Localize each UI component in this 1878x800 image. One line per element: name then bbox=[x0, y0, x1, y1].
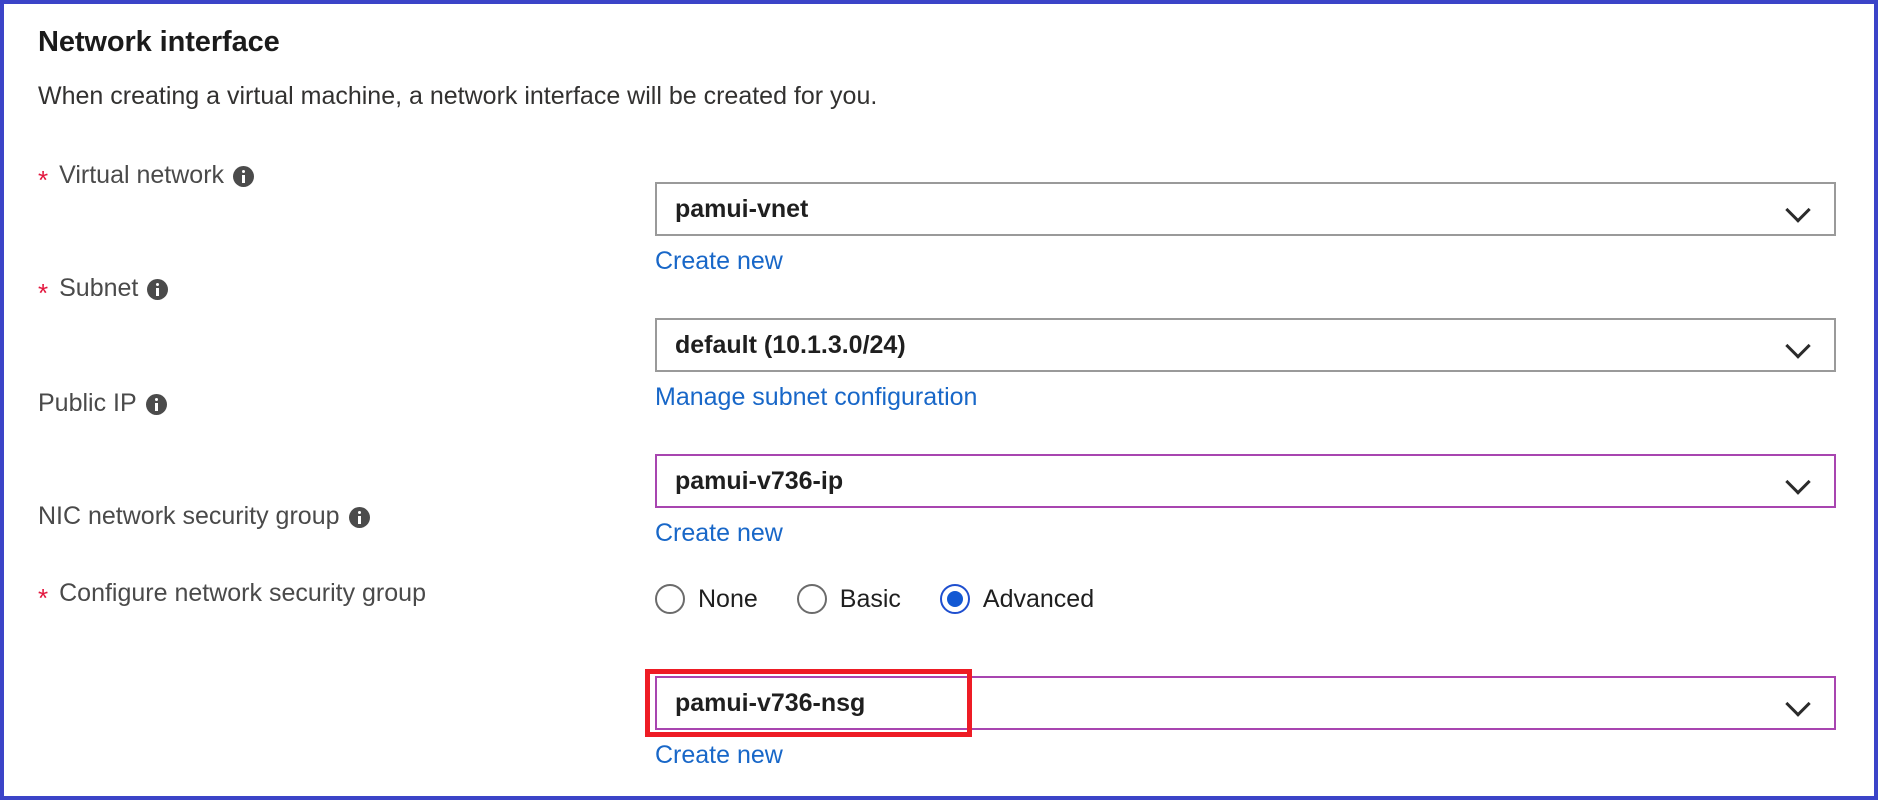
configure-nsg-value: pamui-v736-nsg bbox=[675, 688, 866, 717]
info-icon[interactable] bbox=[348, 507, 370, 528]
info-icon[interactable] bbox=[147, 279, 169, 300]
info-icon[interactable] bbox=[233, 166, 255, 187]
page-title: Network interface bbox=[38, 26, 280, 58]
required-marker: * bbox=[38, 582, 49, 613]
manage-subnet-configuration-link[interactable]: Manage subnet configuration bbox=[655, 383, 977, 412]
label-subnet: * Subnet bbox=[38, 274, 169, 308]
radio-option-basic[interactable]: Basic bbox=[796, 584, 901, 614]
chevron-down-icon[interactable] bbox=[1786, 332, 1812, 358]
subnet-value: default (10.1.3.0/24) bbox=[675, 330, 906, 359]
label-public-ip: Public IP bbox=[38, 389, 167, 418]
virtual-network-value: pamui-vnet bbox=[675, 194, 809, 223]
radio-label: Basic bbox=[839, 584, 901, 613]
label-text: Configure network security group bbox=[59, 579, 426, 607]
label-virtual-network: * Virtual network bbox=[38, 161, 255, 195]
radio-label: None bbox=[698, 584, 758, 613]
label-text: Public IP bbox=[38, 389, 137, 417]
virtual-network-dropdown[interactable]: pamui-vnet bbox=[655, 182, 1836, 236]
radio-indicator[interactable] bbox=[796, 584, 827, 614]
label-nic-network-security-group: NIC network security group bbox=[38, 502, 370, 531]
label-text: NIC network security group bbox=[38, 502, 340, 530]
configure-nsg-create-new-link[interactable]: Create new bbox=[655, 741, 783, 770]
chevron-down-icon[interactable] bbox=[1786, 690, 1812, 716]
required-marker: * bbox=[38, 164, 49, 195]
public-ip-dropdown[interactable]: pamui-v736-ip bbox=[655, 454, 1836, 508]
public-ip-create-new-link[interactable]: Create new bbox=[655, 519, 783, 548]
radio-option-advanced[interactable]: Advanced bbox=[939, 584, 1095, 614]
chevron-down-icon[interactable] bbox=[1786, 468, 1812, 494]
required-marker: * bbox=[38, 277, 49, 308]
chevron-down-icon[interactable] bbox=[1786, 196, 1812, 222]
nic-nsg-radio-group[interactable]: None Basic Advanced bbox=[655, 584, 1094, 614]
label-text: Subnet bbox=[59, 274, 139, 302]
subnet-dropdown[interactable]: default (10.1.3.0/24) bbox=[655, 318, 1836, 372]
radio-indicator[interactable] bbox=[655, 584, 685, 614]
virtual-network-create-new-link[interactable]: Create new bbox=[655, 247, 783, 276]
page-description: When creating a virtual machine, a netwo… bbox=[38, 82, 878, 110]
label-configure-network-security-group: * Configure network security group bbox=[38, 579, 426, 613]
network-interface-panel: Network interface When creating a virtua… bbox=[0, 0, 1878, 800]
configure-nsg-dropdown[interactable]: pamui-v736-nsg bbox=[655, 676, 1836, 730]
label-text: Virtual network bbox=[59, 161, 225, 189]
radio-label: Advanced bbox=[982, 584, 1095, 613]
radio-indicator[interactable] bbox=[939, 584, 970, 614]
radio-option-none[interactable]: None bbox=[655, 584, 758, 614]
public-ip-value: pamui-v736-ip bbox=[675, 466, 844, 495]
info-icon[interactable] bbox=[145, 394, 167, 415]
